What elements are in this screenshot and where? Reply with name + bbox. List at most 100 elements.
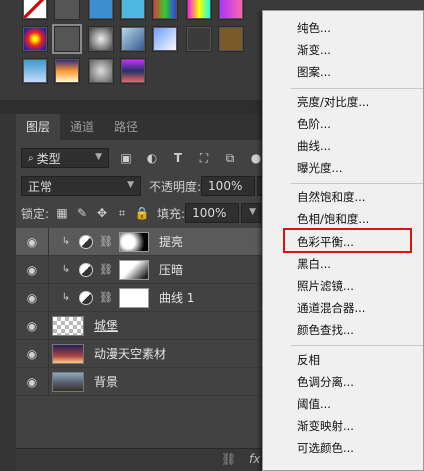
dock-strip — [0, 114, 16, 471]
menu-item-selective-color[interactable]: 可选颜色... — [297, 440, 354, 456]
pixel-filter-icon[interactable]: ▣ — [117, 149, 135, 167]
fill-value: 100% — [192, 206, 227, 220]
blend-mode-dropdown[interactable]: 正常 ▼ — [21, 176, 141, 196]
fx-button[interactable]: fx — [249, 452, 260, 466]
divider — [48, 227, 49, 256]
menu-item-posterize[interactable]: 色调分离... — [297, 374, 354, 390]
link-layers-icon[interactable]: ⛓ — [221, 452, 236, 466]
menu-item-levels[interactable]: 色阶... — [297, 116, 331, 132]
swatch-rainbow[interactable] — [152, 0, 178, 20]
fill-input[interactable]: 100% — [185, 203, 240, 223]
divider — [48, 311, 49, 340]
swatch-spectrum[interactable] — [186, 0, 212, 20]
menu-item-pattern[interactable]: 图案... — [297, 64, 331, 80]
swatch-sunset[interactable] — [54, 58, 80, 84]
eye-icon[interactable]: ◉ — [16, 319, 48, 333]
menu-item-threshold[interactable]: 阈值... — [297, 396, 331, 412]
lock-paint-icon[interactable]: ✎ — [73, 204, 91, 222]
swatch-texture[interactable] — [88, 58, 114, 84]
tab-channels[interactable]: 通道 — [60, 114, 104, 140]
opacity-label: 不透明度: — [149, 179, 202, 194]
menu-separator — [291, 88, 423, 89]
menu-item-gradient-map[interactable]: 渐变映射... — [297, 418, 354, 434]
menu-separator — [291, 345, 423, 346]
shape-filter-icon[interactable]: ⛶ — [195, 149, 213, 167]
lock-artboard-icon[interactable]: ⌗ — [113, 204, 131, 222]
layer-filter-dropdown[interactable]: ⌕ 类型 ▼ — [21, 148, 109, 168]
chevron-down-icon: ▼ — [95, 152, 102, 162]
swatch-sky[interactable] — [22, 58, 48, 84]
swatch-cyan[interactable] — [120, 0, 146, 20]
adjustment-filter-icon[interactable]: ◐ — [143, 149, 161, 167]
link-icon[interactable]: ⛓ — [99, 291, 113, 304]
menu-item-exposure[interactable]: 曝光度... — [297, 160, 342, 176]
swatch-brown[interactable] — [218, 26, 244, 52]
layer-thumbnail[interactable] — [52, 343, 84, 364]
opacity-input[interactable]: 100% — [201, 176, 256, 196]
swatch-gray[interactable] — [54, 0, 80, 20]
divider — [48, 339, 49, 368]
divider — [48, 283, 49, 312]
menu-item-channel-mixer[interactable]: 通道混合器... — [297, 300, 365, 316]
layer-thumbnail[interactable] — [52, 315, 84, 336]
chevron-down-icon: ▼ — [127, 180, 134, 190]
smart-object-filter-icon[interactable]: ⧉ — [221, 149, 239, 167]
menu-item-photo-filter[interactable]: 照片滤镜... — [297, 278, 354, 294]
menu-item-color-lookup[interactable]: 颜色查找... — [297, 322, 354, 338]
lock-all-icon[interactable]: 🔒 — [133, 204, 151, 222]
menu-item-gradient[interactable]: 渐变... — [297, 42, 331, 58]
blend-mode-value: 正常 — [28, 179, 53, 194]
lock-position-icon[interactable]: ✥ — [93, 204, 111, 222]
fill-slider-button[interactable]: ▼ — [241, 203, 262, 223]
eye-icon[interactable]: ◉ — [16, 235, 48, 249]
link-icon[interactable]: ⛓ — [99, 235, 113, 248]
lock-transparency-icon[interactable]: ▦ — [53, 204, 71, 222]
layer-name[interactable]: 动漫天空素材 — [94, 345, 166, 362]
layer-mask-thumbnail[interactable] — [118, 259, 149, 280]
menu-item-invert[interactable]: 反相 — [297, 352, 320, 368]
curves-adjustment-icon[interactable] — [79, 234, 93, 249]
menu-item-hue-saturation[interactable]: 色相/饱和度... — [297, 211, 369, 227]
eye-icon[interactable]: ◉ — [16, 263, 48, 277]
eye-icon[interactable]: ◉ — [16, 375, 48, 389]
layer-name[interactable]: 压暗 — [159, 261, 183, 278]
tab-paths[interactable]: 路径 — [104, 114, 148, 140]
search-icon: ⌕ — [28, 152, 34, 164]
opacity-value: 100% — [208, 179, 243, 193]
tab-layers[interactable]: 图层 — [16, 114, 61, 140]
swatch-blue[interactable] — [88, 0, 114, 20]
layer-mask-thumbnail[interactable] — [118, 287, 149, 308]
menu-item-vibrance[interactable]: 自然饱和度... — [297, 189, 365, 205]
layer-name[interactable]: 曲线 1 — [159, 289, 194, 306]
layer-thumbnail[interactable] — [52, 371, 84, 392]
clip-arrow-icon: ↳ — [61, 236, 71, 247]
curves-adjustment-icon[interactable] — [79, 290, 93, 305]
layer-name[interactable]: 背景 — [94, 373, 118, 390]
clip-arrow-icon: ↳ — [61, 292, 71, 303]
eye-icon[interactable]: ◉ — [16, 347, 48, 361]
link-icon[interactable]: ⛓ — [99, 263, 113, 276]
type-filter-icon[interactable]: T — [169, 149, 187, 167]
swatch-purple[interactable] — [218, 0, 244, 20]
menu-item-solid-color[interactable]: 纯色... — [297, 20, 331, 36]
menu-item-black-white[interactable]: 黑白... — [297, 256, 331, 272]
fill-label: 填充: — [157, 206, 186, 221]
curves-adjustment-icon[interactable] — [79, 262, 93, 277]
divider — [48, 255, 49, 284]
highlight-box — [283, 228, 412, 253]
layer-name[interactable]: 提亮 — [159, 233, 183, 250]
swatch-dark[interactable] — [186, 26, 212, 52]
swatch-violet[interactable] — [120, 58, 146, 84]
menu-item-curves[interactable]: 曲线... — [297, 138, 331, 154]
swatch-selected[interactable] — [54, 26, 80, 52]
layer-mask-thumbnail[interactable] — [118, 231, 149, 252]
swatch-blue-white[interactable] — [152, 26, 178, 52]
swatch-radial[interactable] — [22, 26, 48, 52]
eye-icon[interactable]: ◉ — [16, 291, 48, 305]
swatch-none[interactable] — [22, 0, 48, 20]
filter-kind: 类型 — [36, 151, 61, 166]
swatch-metal[interactable] — [88, 26, 114, 52]
swatch-chrome[interactable] — [120, 26, 146, 52]
layer-name[interactable]: 城堡 — [94, 317, 118, 334]
menu-item-brightness-contrast[interactable]: 亮度/对比度... — [297, 94, 369, 110]
